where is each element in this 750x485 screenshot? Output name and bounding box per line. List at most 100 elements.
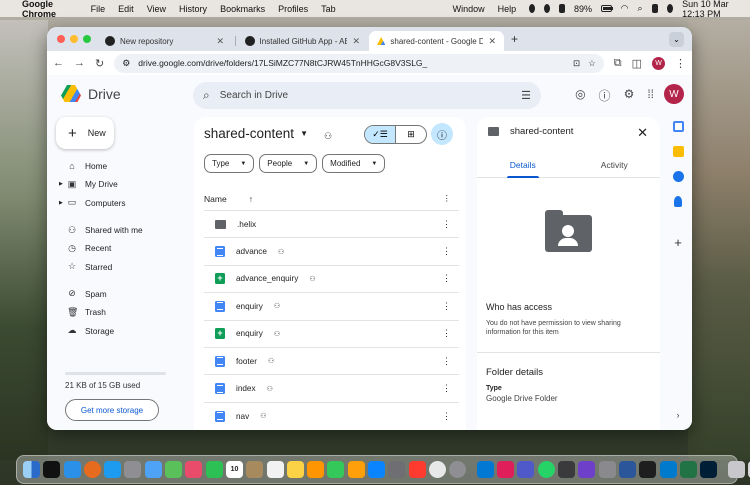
battery-icon[interactable] — [601, 5, 614, 12]
menu-tab[interactable]: Tab — [321, 4, 336, 14]
table-row[interactable]: nav ⚇ ⋮ — [204, 403, 459, 430]
chevron-right-icon[interactable]: › — [677, 410, 680, 420]
calendar-icon[interactable] — [672, 121, 684, 132]
tab-activity[interactable]: Activity — [569, 153, 661, 177]
address-bar[interactable]: ⚙ drive.google.com/drive/folders/17LSiMZ… — [114, 53, 604, 73]
status-icon[interactable] — [529, 4, 536, 13]
new-tab-icon[interactable]: + — [511, 32, 518, 46]
profile-avatar[interactable]: W — [652, 56, 665, 70]
get-more-storage-button[interactable]: Get more storage — [65, 399, 159, 421]
apps-grid-icon[interactable]: ⁞⁞ — [647, 87, 654, 104]
preview-icon[interactable] — [388, 461, 406, 478]
sidebar-item-recent[interactable]: ◷ Recent — [55, 239, 183, 257]
search-bar[interactable]: ⌕ Search in Drive ☰ — [193, 82, 541, 109]
apple-tv-icon[interactable] — [43, 461, 61, 478]
contacts-icon[interactable] — [674, 196, 682, 207]
extensions-icon[interactable]: ⧉ — [614, 57, 622, 70]
sidebar-item-home[interactable]: ⌂ Home — [55, 157, 183, 175]
maps-icon[interactable] — [165, 461, 183, 478]
wifi-icon[interactable]: ◠ — [621, 3, 629, 14]
table-row[interactable]: advance ⚇ ⋮ — [204, 238, 459, 266]
row-more-icon[interactable]: ⋮ — [442, 273, 451, 284]
whatsapp-icon[interactable] — [537, 461, 555, 478]
sidebar-item-storage[interactable]: ☁ Storage — [55, 321, 183, 339]
menu-history[interactable]: History — [179, 4, 207, 14]
menu-help[interactable]: Help — [498, 4, 517, 14]
contacts-icon[interactable] — [246, 461, 264, 478]
menu-bookmarks[interactable]: Bookmarks — [220, 4, 265, 14]
calendar-icon[interactable]: 10 — [225, 461, 243, 478]
search-input[interactable]: Search in Drive — [220, 90, 288, 101]
list-view-button[interactable]: ✓☰ — [365, 126, 395, 143]
table-row[interactable]: index ⚇ ⋮ — [204, 375, 459, 403]
sidebar-item-starred[interactable]: ☆ Starred — [55, 257, 183, 275]
reminders-icon[interactable] — [266, 461, 284, 478]
add-app-icon[interactable]: + — [674, 235, 682, 250]
menubar-app-name[interactable]: Google Chrome — [22, 0, 77, 19]
close-tab-icon[interactable]: ✕ — [488, 36, 496, 47]
row-more-icon[interactable]: ⋮ — [442, 411, 451, 422]
firefox-icon[interactable] — [83, 461, 101, 478]
chrome-icon[interactable] — [428, 461, 446, 478]
folder-title-dropdown[interactable]: shared-content ▼ — [204, 126, 308, 141]
column-name-label[interactable]: Name — [204, 194, 227, 204]
keynote-icon[interactable] — [347, 461, 365, 478]
close-window-button[interactable] — [57, 35, 65, 43]
sort-arrow-up-icon[interactable]: ↑ — [249, 194, 253, 204]
menu-edit[interactable]: Edit — [118, 4, 134, 14]
word-icon[interactable] — [618, 461, 636, 478]
search-options-icon[interactable]: ☰ — [521, 89, 531, 102]
table-row[interactable]: footer ⚇ ⋮ — [204, 348, 459, 376]
keep-icon[interactable] — [672, 146, 684, 157]
expand-caret-icon[interactable]: ▶ — [59, 181, 63, 187]
url-text[interactable]: drive.google.com/drive/folders/17LSiMZC7… — [138, 58, 427, 68]
help-icon[interactable]: ⓘ — [599, 87, 611, 104]
close-tab-icon[interactable]: ✕ — [352, 36, 360, 47]
photos-icon[interactable] — [185, 461, 203, 478]
app-icon[interactable] — [598, 461, 616, 478]
sidebar-item-my-drive[interactable]: ▶ ▣ My Drive — [55, 175, 183, 193]
row-more-icon[interactable]: ⋮ — [442, 246, 451, 257]
tab-search-chevron-icon[interactable]: ⌄ — [669, 32, 684, 47]
minimize-window-button[interactable] — [70, 35, 78, 43]
tab-details[interactable]: Details — [477, 153, 569, 178]
downloads-icon[interactable] — [727, 461, 745, 478]
siri-icon[interactable] — [667, 4, 674, 13]
menu-view[interactable]: View — [147, 4, 166, 14]
menu-window[interactable]: Window — [453, 4, 485, 14]
notion-icon[interactable] — [558, 461, 576, 478]
zoom-window-button[interactable] — [83, 35, 91, 43]
facetime-icon[interactable] — [205, 461, 223, 478]
account-avatar[interactable]: W — [664, 84, 684, 104]
pages-icon[interactable] — [368, 461, 386, 478]
control-center-icon[interactable] — [651, 4, 659, 13]
tab-installed-github-app[interactable]: Installed GitHub App - AEM C ✕ — [237, 31, 368, 51]
status-icon[interactable] — [544, 4, 551, 13]
settings-icon[interactable] — [449, 461, 467, 478]
sidebar-item-computers[interactable]: ▶ ▭ Computers — [55, 194, 183, 212]
filter-modified[interactable]: Modified ▼ — [322, 154, 386, 173]
close-tab-icon[interactable]: ✕ — [216, 36, 224, 47]
launchpad-icon[interactable] — [124, 461, 142, 478]
offline-status-icon[interactable]: ◎ — [575, 87, 585, 104]
table-row[interactable]: advance_enquiry ⚇ ⋮ — [204, 266, 459, 294]
menubar-datetime[interactable]: Sun 10 Mar 12:13 PM — [682, 0, 740, 19]
teams-icon[interactable] — [517, 461, 535, 478]
row-more-icon[interactable]: ⋮ — [442, 301, 451, 312]
details-info-button[interactable]: ⓘ — [431, 123, 453, 145]
row-more-icon[interactable]: ⋮ — [442, 356, 451, 367]
menu-profiles[interactable]: Profiles — [278, 4, 308, 14]
filter-type[interactable]: Type ▼ — [204, 154, 255, 173]
tasks-icon[interactable] — [672, 171, 684, 182]
menu-kebab-icon[interactable]: ⋮ — [675, 57, 686, 70]
sidebar-item-spam[interactable]: ⊘ Spam — [55, 285, 183, 303]
app-store-icon[interactable] — [104, 461, 122, 478]
row-more-icon[interactable]: ⋮ — [442, 383, 451, 394]
photoshop-icon[interactable] — [700, 461, 718, 478]
forward-icon[interactable]: → — [74, 57, 85, 69]
music-icon[interactable] — [408, 461, 426, 478]
bookmark-star-icon[interactable]: ☆ — [588, 58, 596, 69]
row-more-icon[interactable]: ⋮ — [442, 219, 451, 230]
search-icon[interactable]: ⌕ — [203, 88, 210, 103]
safari-icon[interactable] — [63, 461, 81, 478]
